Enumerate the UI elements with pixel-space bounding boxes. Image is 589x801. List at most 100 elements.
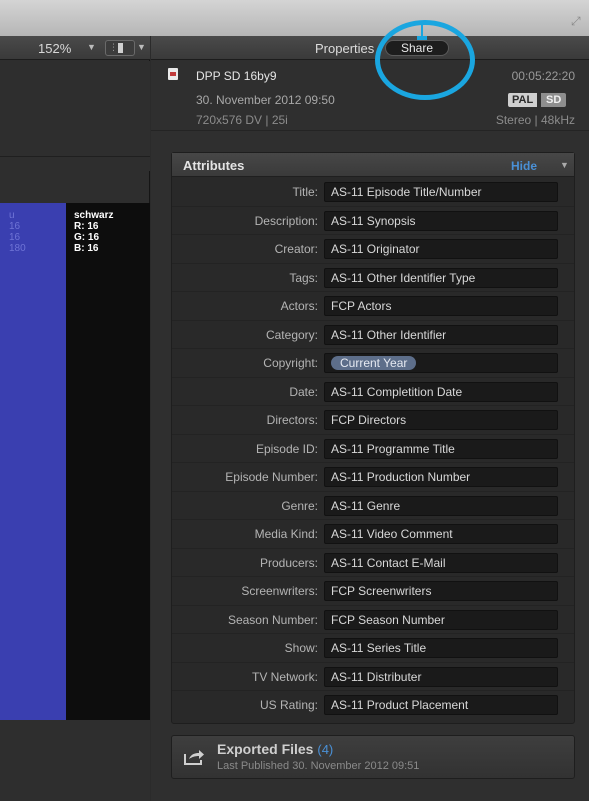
viewer-divider xyxy=(0,156,150,157)
attribute-row: TV Network: AS-11 Distributer xyxy=(172,663,574,691)
attribute-row: Producers: AS-11 Contact E-Mail xyxy=(172,549,574,577)
attribute-label: Media Kind: xyxy=(254,527,318,541)
attribute-label: Episode ID: xyxy=(255,441,318,456)
tab-properties[interactable]: Properties xyxy=(315,41,374,56)
attribute-field[interactable]: AS-11 Programme Title xyxy=(324,438,558,459)
viewer-upper-area xyxy=(0,61,150,171)
view-options-button[interactable]: ⋮ xyxy=(105,40,135,56)
clip-info: DPP SD 16by9 00:05:22:20 30. November 20… xyxy=(151,61,589,129)
inspector-panel: Properties Share DPP SD 16by9 00:05:22:2… xyxy=(151,20,589,801)
attribute-label: Season Number: xyxy=(227,612,318,627)
attribute-field[interactable]: AS-11 Other Identifier xyxy=(324,324,558,345)
chevron-down-icon[interactable]: ▼ xyxy=(87,42,96,52)
chevron-down-icon[interactable]: ▼ xyxy=(137,42,146,52)
attribute-label: Episode Number: xyxy=(225,470,318,484)
badge-sd: SD xyxy=(541,93,567,107)
attribute-label: Tags: xyxy=(289,270,318,285)
exported-files-subtitle: Last Published 30. November 2012 09:51 xyxy=(217,760,420,772)
attribute-field[interactable]: AS-11 Production Number xyxy=(324,467,558,487)
attribute-label: Directors: xyxy=(266,413,318,427)
inspector-header: Properties Share xyxy=(151,36,589,60)
document-icon xyxy=(168,68,178,80)
attributes-panel: Attributes Hide ▼ Title: AS-11 Episode T… xyxy=(171,152,575,724)
attribute-field[interactable]: AS-11 Originator xyxy=(324,239,558,259)
readout-line: u xyxy=(9,210,15,221)
attribute-label: Category: xyxy=(265,327,318,342)
attribute-row: Copyright: Current Year xyxy=(172,349,574,378)
attribute-row: Genre: AS-11 Genre xyxy=(172,492,574,520)
attribute-row: Episode ID: AS-11 Programme Title xyxy=(172,435,574,463)
attribute-label: Creator: xyxy=(274,242,318,256)
viewer-toolbar: 152% ▼ ⋮ ▼ xyxy=(0,36,150,60)
attribute-field[interactable]: FCP Actors xyxy=(324,296,558,316)
attribute-label: Show: xyxy=(284,641,318,655)
clip-format: 720x576 DV | 25i xyxy=(196,113,288,127)
attribute-label: TV Network: xyxy=(251,669,318,684)
attribute-row: Screenwriters: FCP Screenwriters xyxy=(172,577,574,606)
attribute-label: Title: xyxy=(292,185,318,199)
color-readout-right: schwarz R: 16 G: 16 B: 16 xyxy=(74,210,113,254)
attribute-row: US Rating: AS-11 Product Placement xyxy=(172,691,574,720)
attribute-field[interactable]: AS-11 Genre xyxy=(324,495,558,516)
clip-date: 30. November 2012 09:50 xyxy=(196,93,335,107)
attribute-label: Actors: xyxy=(280,299,318,313)
attribute-field[interactable]: AS-11 Series Title xyxy=(324,638,558,658)
viewer-panel: 152% ▼ ⋮ ▼ u 16 16 180 schwarz R: 16 G: … xyxy=(0,36,150,801)
view-bar-icon xyxy=(118,43,123,53)
attribute-row: Title: AS-11 Episode Title/Number xyxy=(172,178,574,207)
swatch-value: G: 16 xyxy=(74,232,100,243)
attribute-row: Category: AS-11 Other Identifier xyxy=(172,321,574,349)
copyright-token[interactable]: Current Year xyxy=(331,356,417,370)
exported-files-title: Exported Files (4) xyxy=(217,741,333,757)
attribute-field[interactable]: FCP Directors xyxy=(324,410,558,430)
readout-line: 16 xyxy=(9,221,21,232)
chevron-down-icon[interactable]: ▼ xyxy=(560,160,569,170)
swatch-name: schwarz xyxy=(74,210,114,221)
inspector-divider xyxy=(151,130,589,131)
attribute-field[interactable]: FCP Screenwriters xyxy=(324,581,558,601)
color-readout-left: u 16 16 180 xyxy=(0,210,26,254)
attribute-label: US Rating: xyxy=(259,698,318,712)
share-icon[interactable] xyxy=(183,748,205,766)
attribute-label: Producers: xyxy=(259,555,318,570)
clip-name: DPP SD 16by9 xyxy=(196,69,277,83)
exported-files-section[interactable]: Exported Files (4) Last Published 30. No… xyxy=(171,735,575,779)
zoom-level[interactable]: 152% xyxy=(38,41,71,56)
attribute-field[interactable]: AS-11 Distributer xyxy=(324,666,558,687)
clip-duration: 00:05:22:20 xyxy=(511,69,575,83)
exported-files-count: (4) xyxy=(317,742,334,757)
attribute-field[interactable]: AS-11 Synopsis xyxy=(324,210,558,231)
attribute-row: Date: AS-11 Completition Date xyxy=(172,378,574,406)
ring-marker-icon xyxy=(417,21,427,40)
attribute-label: Copyright: xyxy=(263,356,318,370)
clip-audio: Stereo | 48kHz xyxy=(495,113,575,127)
attribute-field[interactable]: AS-11 Video Comment xyxy=(324,524,558,544)
attribute-row: Season Number: FCP Season Number xyxy=(172,606,574,634)
swatch-value: R: 16 xyxy=(74,221,99,232)
attribute-field[interactable]: AS-11 Product Placement xyxy=(324,695,558,715)
viewer-lower-area xyxy=(0,720,150,801)
attribute-label: Date: xyxy=(289,384,318,399)
resize-grip-icon[interactable]: ⤢ xyxy=(571,14,585,28)
attribute-row: Show: AS-11 Series Title xyxy=(172,634,574,663)
view-dots-icon: ⋮ xyxy=(109,42,118,52)
attribute-field[interactable]: Current Year xyxy=(324,353,558,373)
color-swatch-blue: u 16 16 180 xyxy=(0,203,66,720)
attributes-title: Attributes xyxy=(183,158,245,173)
color-swatch-black: schwarz R: 16 G: 16 B: 16 xyxy=(66,203,150,720)
window-top-bar: ⤢ xyxy=(0,0,589,36)
attribute-row: Tags: AS-11 Other Identifier Type xyxy=(172,264,574,292)
exported-files-label: Exported Files xyxy=(217,741,314,757)
attribute-label: Genre: xyxy=(281,498,318,513)
attribute-field[interactable]: AS-11 Contact E-Mail xyxy=(324,552,558,573)
attribute-field[interactable]: AS-11 Episode Title/Number xyxy=(324,182,558,202)
hide-button[interactable]: Hide xyxy=(511,159,537,173)
swatch-value: B: 16 xyxy=(74,243,99,254)
attribute-field[interactable]: FCP Season Number xyxy=(324,609,558,630)
readout-line: 16 xyxy=(9,232,21,243)
attribute-row: Description: AS-11 Synopsis xyxy=(172,207,574,235)
readout-line: 180 xyxy=(9,243,26,254)
attribute-field[interactable]: AS-11 Other Identifier Type xyxy=(324,267,558,288)
attribute-field[interactable]: AS-11 Completition Date xyxy=(324,381,558,402)
attribute-label: Description: xyxy=(254,213,318,228)
